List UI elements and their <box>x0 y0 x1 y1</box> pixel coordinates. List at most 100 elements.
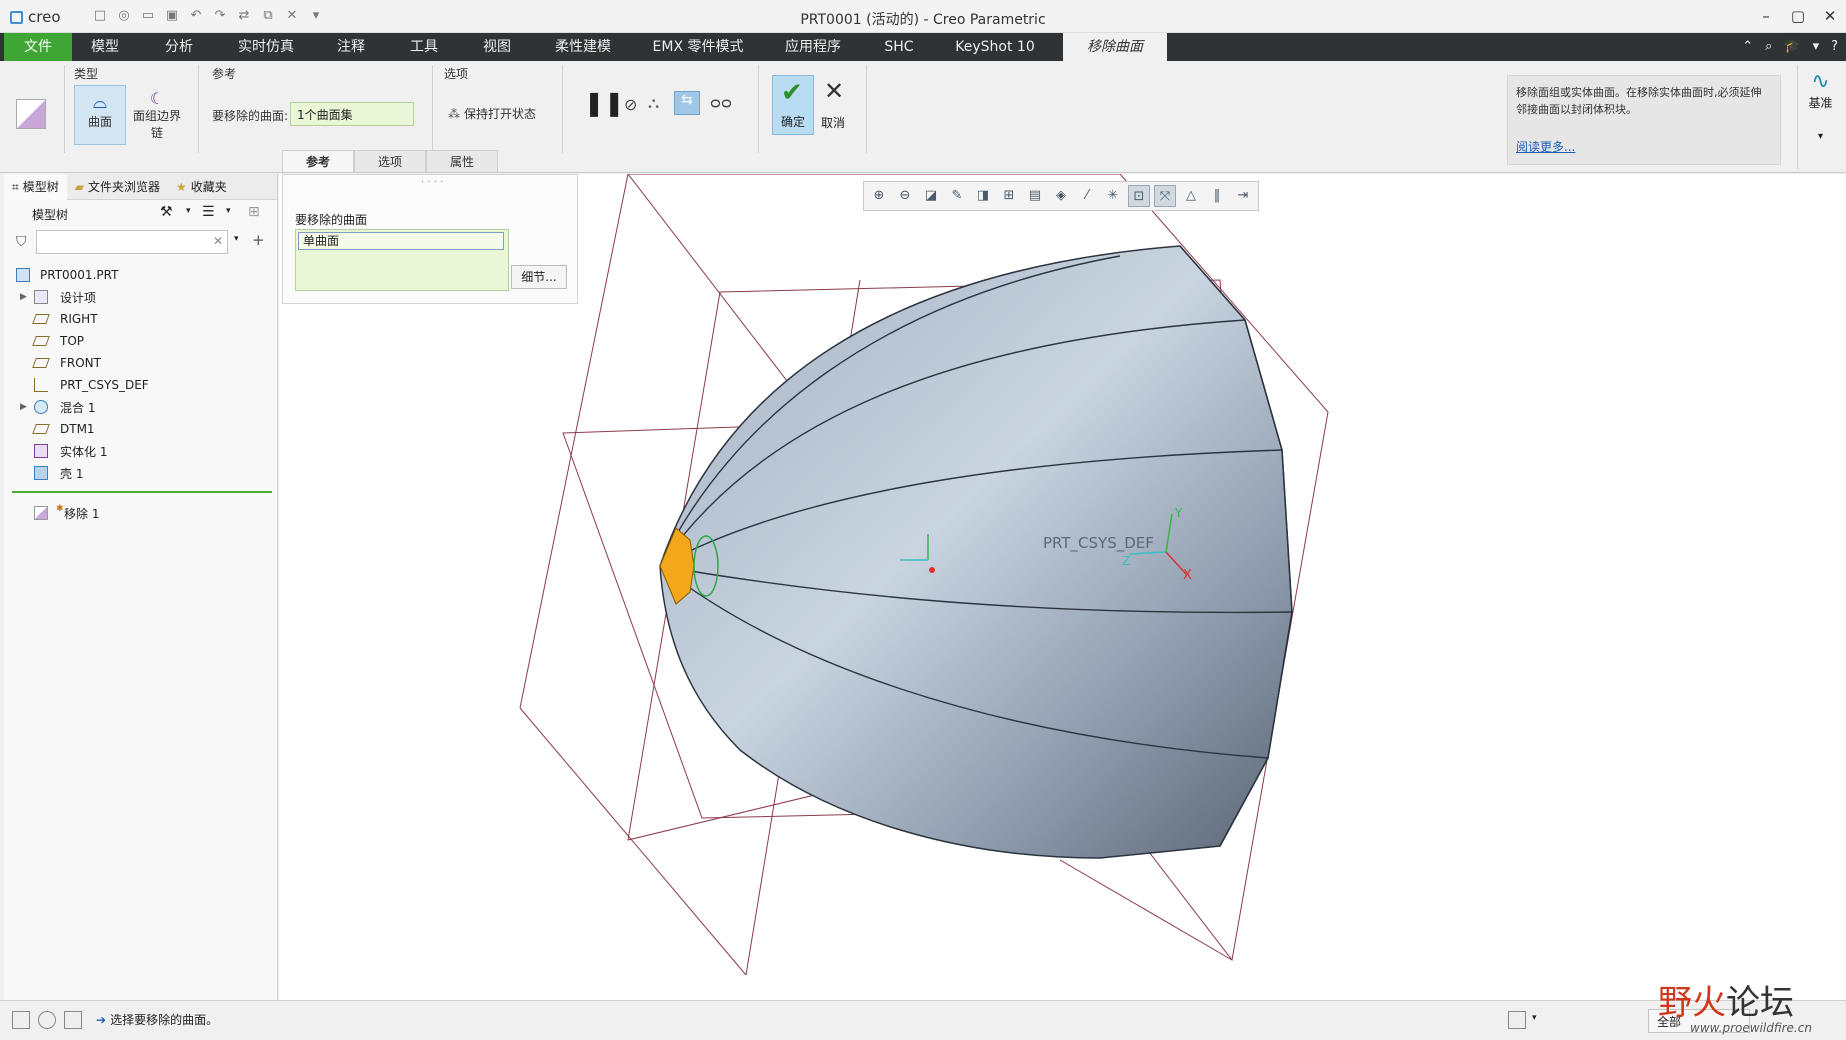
tree-item[interactable]: FRONT <box>4 352 274 374</box>
learning-icon[interactable]: 🎓 <box>1784 39 1800 54</box>
datum-display-icon[interactable]: ⁄ <box>1076 185 1098 207</box>
separator <box>758 65 759 153</box>
help-icon[interactable]: ? <box>1831 39 1838 54</box>
tree-item[interactable]: ✱ 移除 1 <box>4 502 274 524</box>
datum-dropdown-icon[interactable]: ▾ <box>1798 131 1843 142</box>
subtab-options[interactable]: 选项 <box>354 150 426 172</box>
model-tree-icon: ⌗ <box>12 180 19 194</box>
tab-flexible-modeling[interactable]: 柔性建模 <box>545 33 621 61</box>
full-screen-icon[interactable] <box>64 1011 82 1029</box>
tab-model-tree[interactable]: ⌗ 模型树 <box>4 174 67 200</box>
repaint-icon[interactable]: ✎ <box>946 185 968 207</box>
settings-icon[interactable]: ⚒ <box>160 204 173 220</box>
type-surface-button[interactable]: ⌓ 曲面 <box>74 85 126 145</box>
pause-regen-icon[interactable]: ‖ <box>1206 185 1228 207</box>
tree-item[interactable]: 实体化 1 <box>4 440 274 462</box>
tree-item[interactable]: PRT_CSYS_DEF <box>4 374 274 396</box>
search-dropdown-icon[interactable]: ▾ <box>234 234 239 244</box>
no-preview-icon[interactable]: ⊘ <box>624 95 637 114</box>
tab-analysis[interactable]: 分析 <box>150 33 208 61</box>
expand-icon[interactable]: ▶ <box>20 402 27 412</box>
tree-item[interactable]: DTM1 <box>4 418 274 440</box>
search-icon[interactable]: ⌕ <box>1765 39 1772 54</box>
verify-icon[interactable]: ⇆ <box>674 91 700 115</box>
triad-x-marker <box>929 567 935 573</box>
tab-model[interactable]: 模型 <box>76 33 134 61</box>
type-group-title: 类型 <box>74 67 99 81</box>
type-boundary-button[interactable]: ☾ 面组边界链 <box>128 85 186 145</box>
tree-item-label: PRT0001.PRT <box>40 268 119 282</box>
datum-group[interactable]: ∿ 基准 ▾ <box>1797 65 1843 169</box>
insert-indicator[interactable] <box>12 491 272 493</box>
refit-icon[interactable]: ◪ <box>920 185 942 207</box>
view-manager-icon[interactable]: ▤ <box>1024 185 1046 207</box>
dashboard-sub-tabs: 参考 选项 属性 <box>282 150 498 172</box>
tree-search-input[interactable]: ✕ <box>36 230 228 254</box>
tree-item[interactable]: RIGHT <box>4 308 274 330</box>
tab-live-simulation[interactable]: 实时仿真 <box>226 33 306 61</box>
info-text: 移除面组或实体曲面。在移除实体曲面时,必须延伸邻接曲面以封闭体积块。 <box>1516 86 1762 116</box>
filter-icon[interactable]: ⛉ <box>16 234 27 250</box>
smart-select-icon[interactable] <box>1508 1011 1526 1029</box>
dropdown-icon[interactable]: ▾ <box>1813 39 1820 54</box>
tab-annotate[interactable]: 注释 <box>322 33 380 61</box>
preview-icon[interactable]: ⛬ <box>648 93 659 113</box>
collapse-ribbon-icon[interactable]: ⌃ <box>1742 39 1753 54</box>
tab-tools[interactable]: 工具 <box>395 33 453 61</box>
tree-item[interactable]: 壳 1 <box>4 462 274 484</box>
details-button[interactable]: 细节... <box>511 265 567 289</box>
surface-collector[interactable]: 单曲面 <box>295 229 509 291</box>
expand-icon[interactable]: ▶ <box>20 292 27 302</box>
subtab-properties[interactable]: 属性 <box>426 150 498 172</box>
minimize-icon[interactable]: – <box>1756 6 1776 26</box>
tree-filters-icon[interactable]: ⊞ <box>248 204 260 220</box>
smart-select-dropdown-icon[interactable]: ▾ <box>1532 1013 1537 1023</box>
axis-display-icon[interactable]: △ <box>1180 185 1202 207</box>
clear-search-icon[interactable]: ✕ <box>213 234 223 248</box>
show-icon[interactable]: ☰ <box>202 204 215 220</box>
tab-shc[interactable]: SHC <box>872 33 926 61</box>
csys-display-icon[interactable]: ⤧ <box>1154 185 1176 207</box>
collector-item[interactable]: 单曲面 <box>298 232 504 250</box>
tab-file[interactable]: 文件 <box>4 33 72 61</box>
zoom-out-icon[interactable]: ⊖ <box>894 185 916 207</box>
tab-remove-surface[interactable]: 移除曲面 <box>1063 33 1167 61</box>
more-view-icon[interactable]: ⇥ <box>1232 185 1254 207</box>
tab-folder-browser[interactable]: ▰ 文件夹浏览器 <box>67 174 168 200</box>
ok-button[interactable]: ✔ 确定 <box>772 75 814 135</box>
tab-applications[interactable]: 应用程序 <box>776 33 850 61</box>
tab-favorites[interactable]: ★ 收藏夹 <box>168 174 235 200</box>
tab-view[interactable]: 视图 <box>468 33 526 61</box>
settings-dropdown-icon[interactable]: ▾ <box>186 206 191 216</box>
watermark-red-text: 野火 <box>1658 983 1726 1023</box>
part-icon <box>16 268 30 282</box>
read-more-link[interactable]: 阅读更多... <box>1516 139 1575 156</box>
annotation-display-icon[interactable]: ✳ <box>1102 185 1124 207</box>
tree-item[interactable]: ▶ 混合 1 <box>4 396 274 418</box>
close-icon[interactable]: ✕ <box>1820 6 1840 26</box>
zoom-in-icon[interactable]: ⊕ <box>868 185 890 207</box>
maximize-icon[interactable]: ▢ <box>1788 6 1808 26</box>
tab-emx[interactable]: EMX 零件模式 <box>645 33 751 61</box>
tree-item[interactable]: TOP <box>4 330 274 352</box>
show-navigator-icon[interactable] <box>12 1011 30 1029</box>
ref-group-title: 参考 <box>212 67 237 81</box>
perspective-icon[interactable]: ◈ <box>1050 185 1072 207</box>
pause-icon[interactable]: ❚❚ <box>584 89 624 117</box>
tree-item[interactable]: ▶ 设计项 <box>4 286 274 308</box>
glasses-icon[interactable]: ᴑᴑ <box>710 93 732 112</box>
add-filter-icon[interactable]: + <box>252 231 265 249</box>
show-browser-icon[interactable] <box>38 1011 56 1029</box>
drag-handle[interactable]: · · · · <box>421 177 443 188</box>
display-style-icon[interactable]: ◨ <box>972 185 994 207</box>
keep-open-toggle[interactable]: ⁂ 保持打开状态 <box>448 105 536 122</box>
tab-keyshot[interactable]: KeyShot 10 <box>948 33 1042 61</box>
shell-surface[interactable] <box>659 245 1293 859</box>
spin-center-icon[interactable]: ⊡ <box>1128 185 1150 207</box>
subtab-references[interactable]: 参考 <box>282 150 354 172</box>
show-dropdown-icon[interactable]: ▾ <box>226 206 231 216</box>
saved-orientations-icon[interactable]: ⊞ <box>998 185 1020 207</box>
cancel-button[interactable]: ✕ 取消 <box>812 75 854 135</box>
tree-item[interactable]: PRT0001.PRT <box>4 264 274 286</box>
ref-collector-field[interactable]: 1个曲面集 <box>290 102 414 126</box>
